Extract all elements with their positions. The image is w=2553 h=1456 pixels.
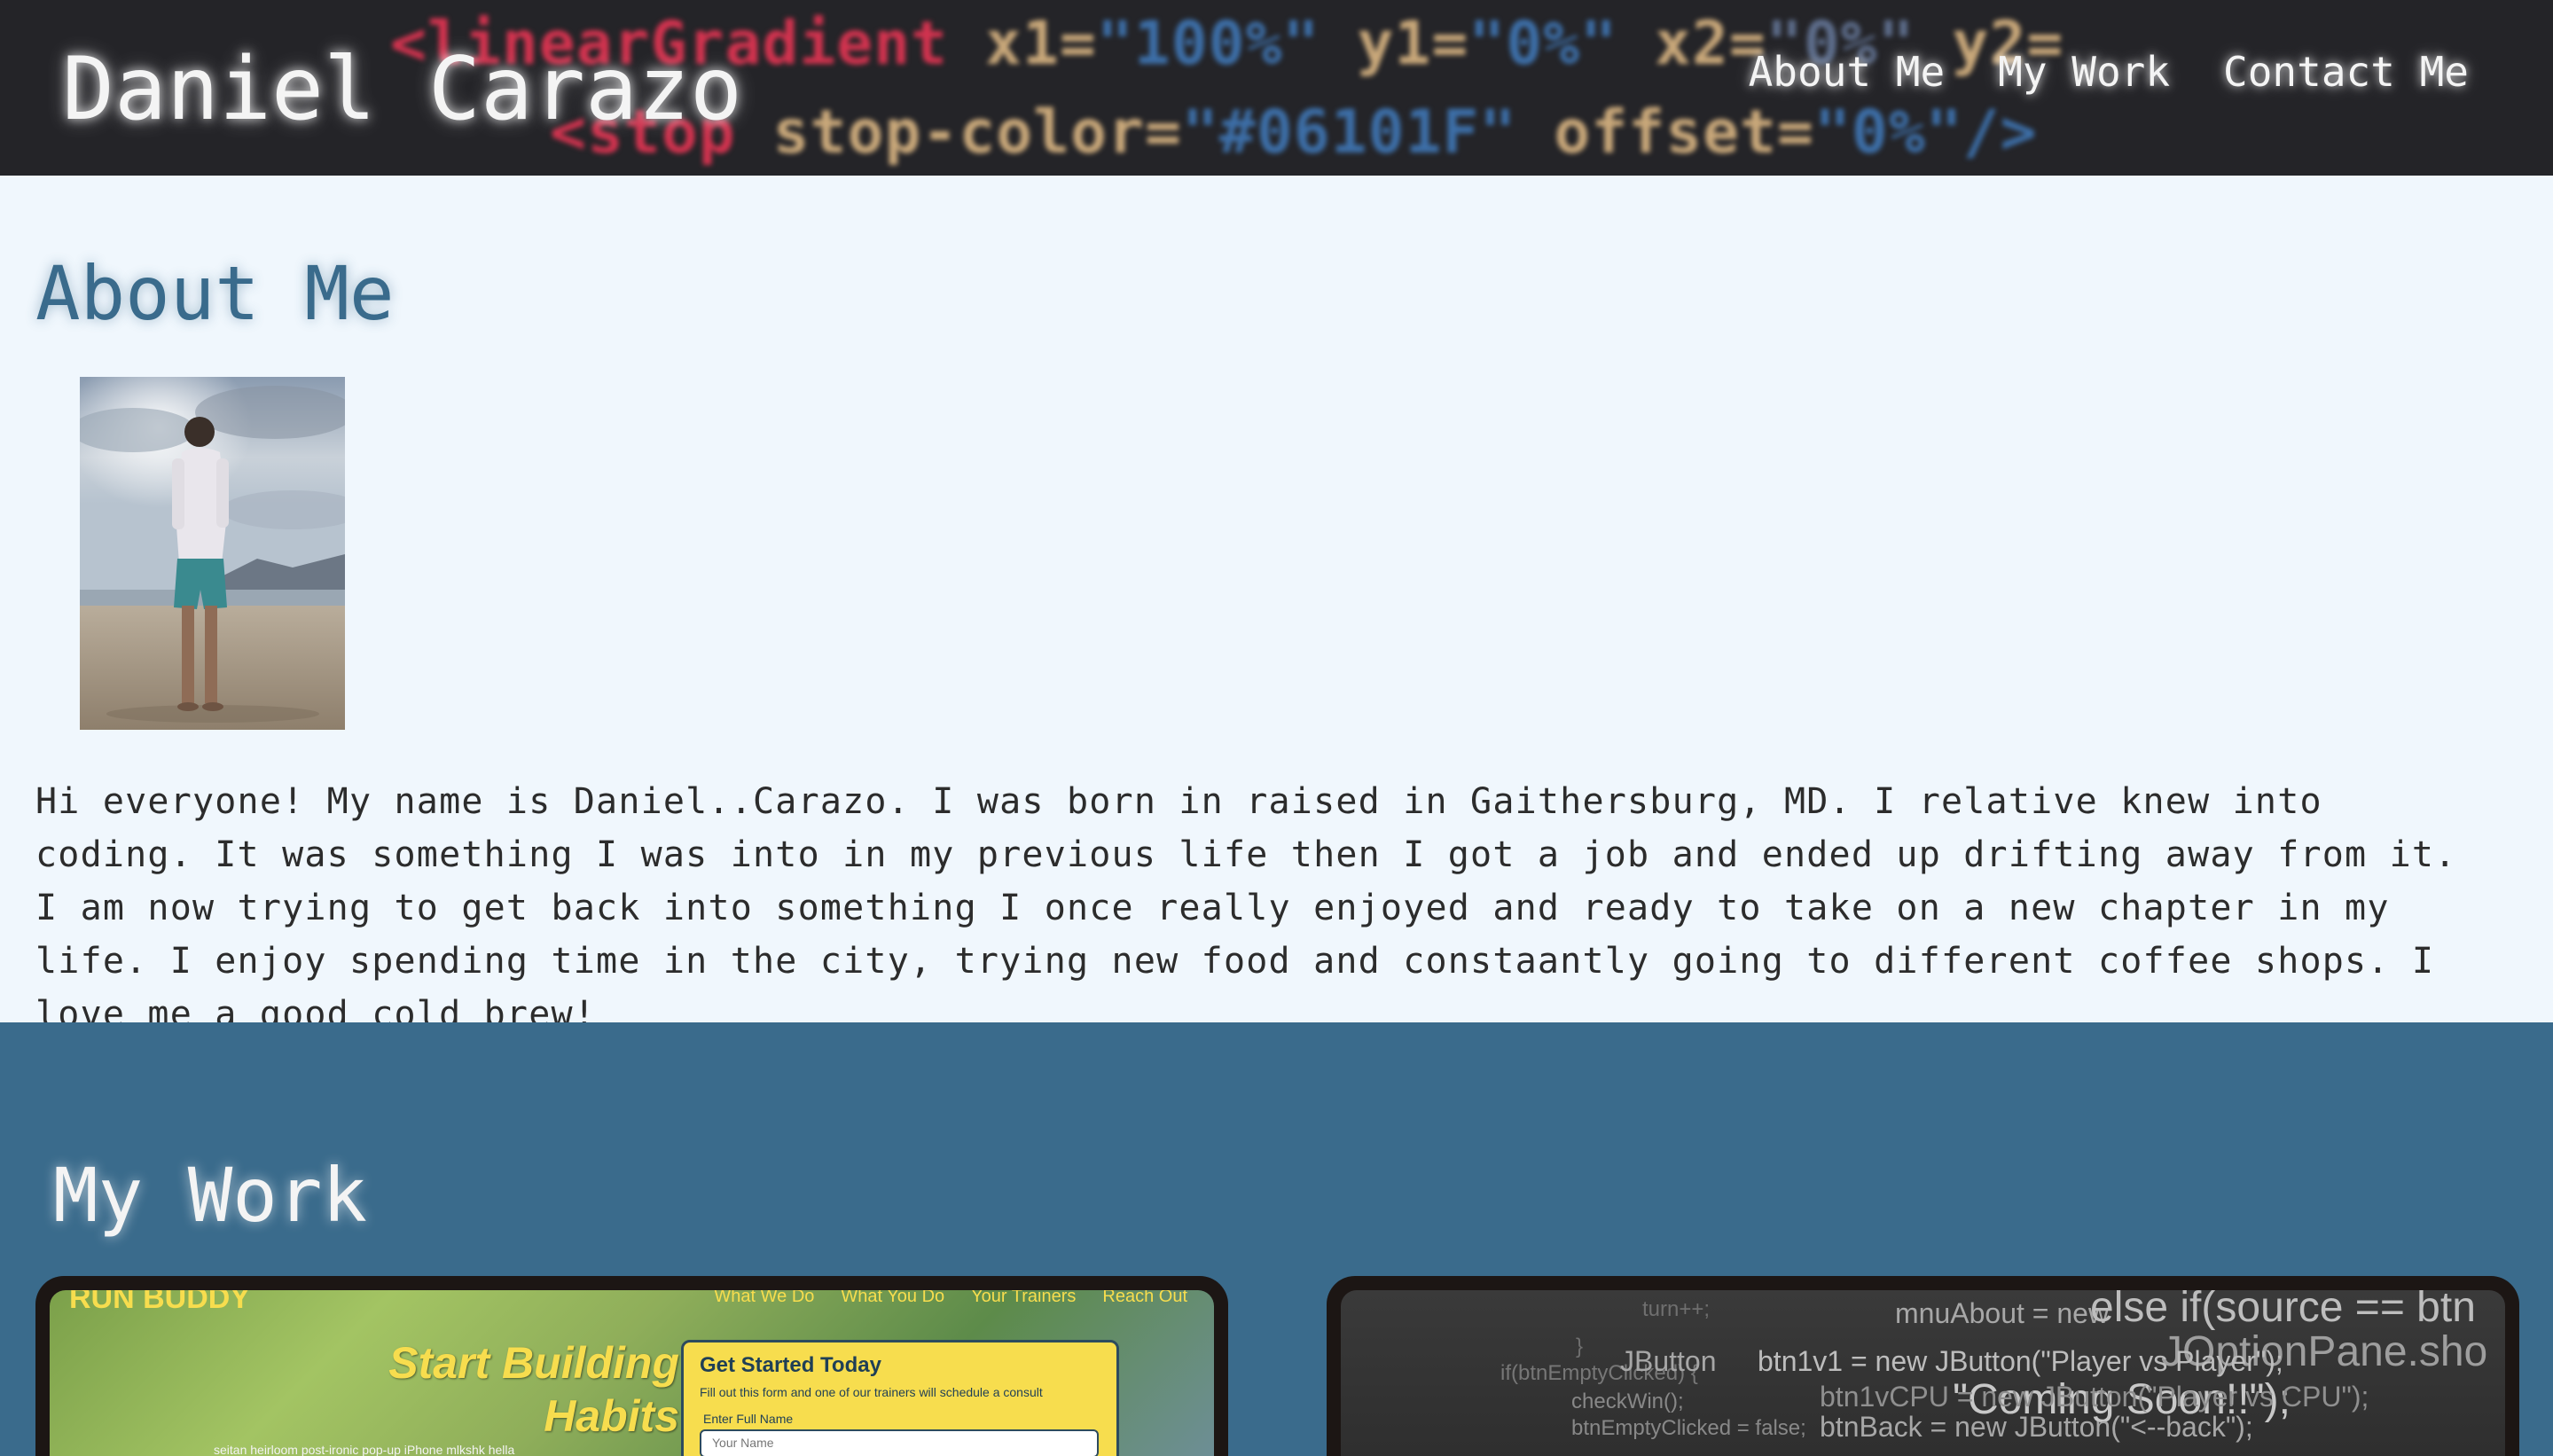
code-line: } <box>1576 1335 1584 1358</box>
run-buddy-form-placeholder: Your Name <box>712 1436 774 1450</box>
code-line: JButton <box>1620 1345 1717 1377</box>
main-nav: About Me My Work Contact Me <box>1749 48 2469 96</box>
run-buddy-form: Get Started Today Fill out this form and… <box>681 1340 1119 1456</box>
about-section: About Me Hi everyone! My name is Daniel.… <box>0 176 2553 1035</box>
code-line: btnBack = new JButton("<--back"); <box>1820 1411 2253 1443</box>
nav-link-contact-me[interactable]: Contact Me <box>2223 48 2469 96</box>
work-section: My Work RUN BUDDY What We Do What You Do… <box>0 1022 2553 1456</box>
java-code-screenshot: turn++; mnuAbout = new else if(source ==… <box>1341 1290 2505 1456</box>
run-buddy-form-label: Enter Full Name <box>703 1412 794 1426</box>
about-heading: About Me <box>35 250 395 337</box>
run-buddy-hero: Start Building Habits <box>388 1338 679 1441</box>
run-buddy-nav-item: What You Do <box>841 1290 945 1306</box>
about-bio: Hi everyone! My name is Daniel..Carazo. … <box>35 781 2457 1035</box>
profile-photo <box>80 377 345 730</box>
nav-link-about-me[interactable]: About Me <box>1749 48 1946 96</box>
project-card-java-game[interactable]: turn++; mnuAbout = new else if(source ==… <box>1327 1276 2519 1456</box>
run-buddy-nav-item: Reach Out <box>1102 1290 1187 1306</box>
site-header: <linearGradient x1="100%" y1="0%" x2="0%… <box>0 0 2553 176</box>
run-buddy-nav-item: Your Trainers <box>971 1290 1077 1306</box>
code-line: btn1v1 = new JButton("Player vs Player")… <box>1758 1345 2283 1377</box>
project-card-run-buddy[interactable]: RUN BUDDY What We Do What You Do Your Tr… <box>35 1276 1228 1456</box>
run-buddy-nav: What We Do What You Do Your Trainers Rea… <box>714 1290 1187 1307</box>
code-line: mnuAbout = new <box>1895 1297 2110 1329</box>
run-buddy-nav-item: What We Do <box>714 1290 815 1306</box>
nav-link-my-work[interactable]: My Work <box>1998 48 2170 96</box>
run-buddy-form-input: Your Name <box>700 1429 1099 1456</box>
work-heading: My Work <box>53 1152 368 1239</box>
run-buddy-subtext: seitan heirloom post-ironic pop-up iPhon… <box>214 1443 515 1456</box>
code-line: btnEmptyClicked = false; <box>1571 1416 1806 1440</box>
profile-photo-image <box>80 377 345 730</box>
code-line: checkWin(); <box>1571 1389 1684 1413</box>
run-buddy-screenshot: RUN BUDDY What We Do What You Do Your Tr… <box>50 1290 1214 1456</box>
run-buddy-brand: RUN BUDDY <box>69 1290 250 1315</box>
code-line: btn1vCPU = new JButton("Player vs CPU"); <box>1820 1381 2369 1413</box>
run-buddy-form-title: Get Started Today <box>700 1353 881 1377</box>
code-line: turn++; <box>1642 1297 1711 1321</box>
run-buddy-form-subtitle: Fill out this form and one of our traine… <box>700 1385 1043 1399</box>
code-line: else if(source == btn <box>2090 1290 2476 1331</box>
site-title[interactable]: Daniel Carazo <box>62 39 742 140</box>
